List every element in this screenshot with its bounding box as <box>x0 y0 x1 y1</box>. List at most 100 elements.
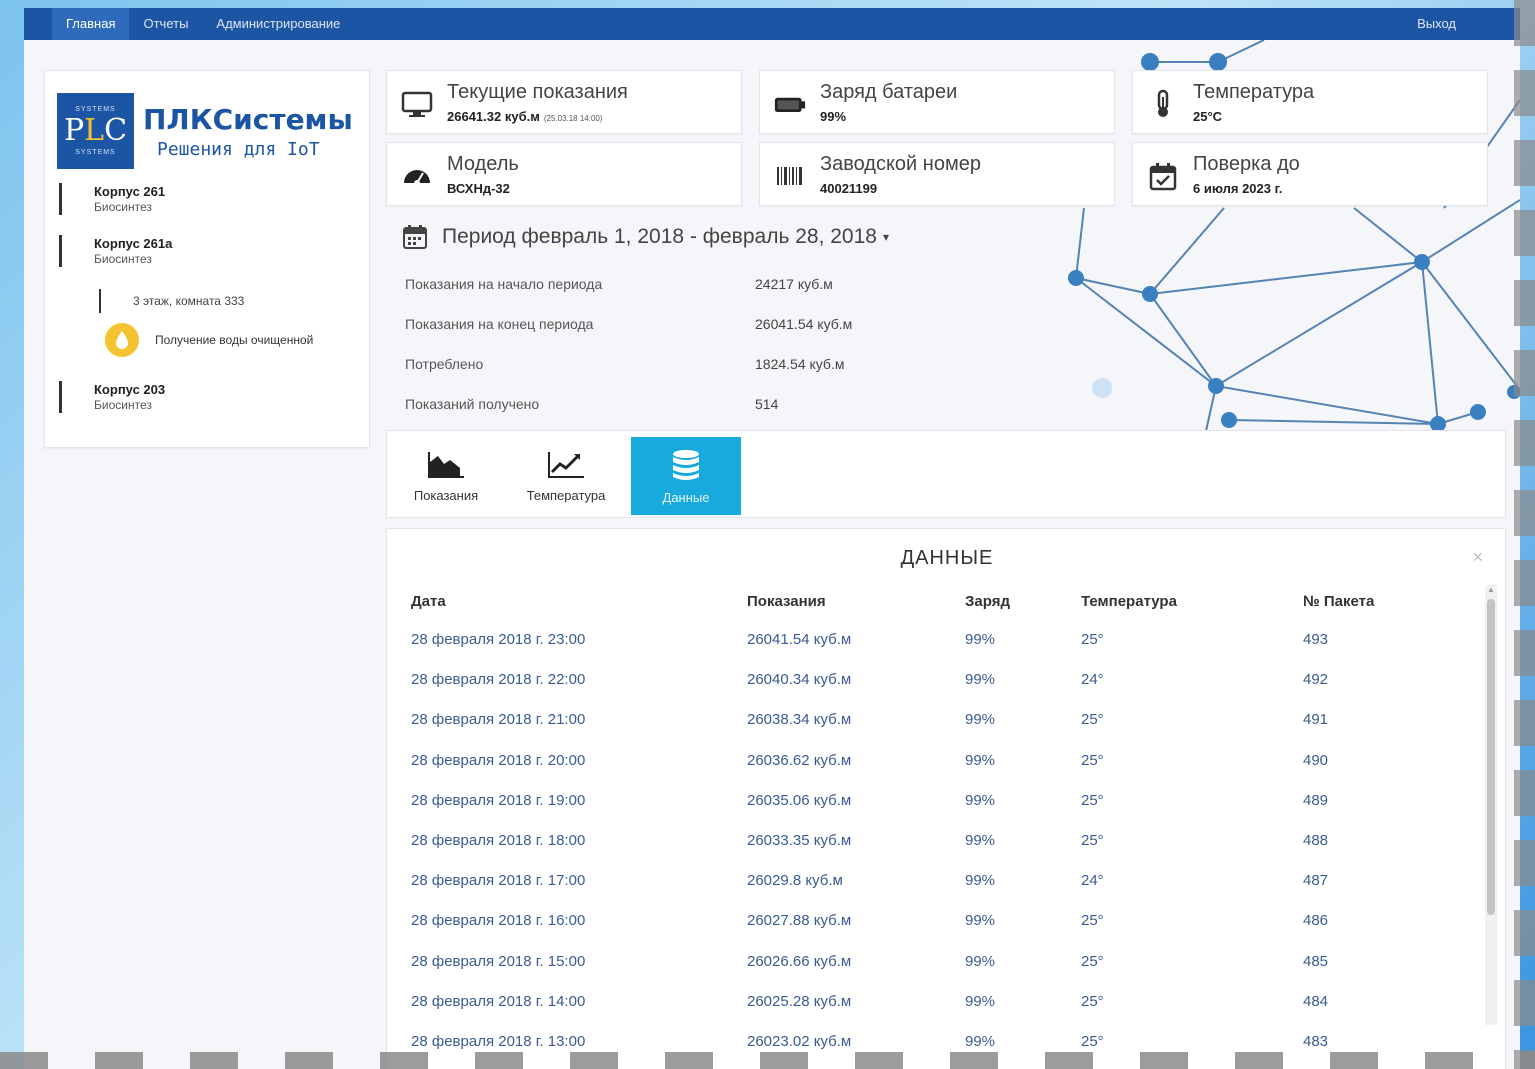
period-stats: Показания на начало периода 24217 куб.м … <box>405 270 925 430</box>
card-title: Температура <box>1193 81 1315 103</box>
card-value: 6 июля 2023 г. <box>1193 181 1283 196</box>
stat-value: 1824.54 куб.м <box>755 356 845 372</box>
cell-date: 28 февраля 2018 г. 22:00 <box>411 671 586 689</box>
table-row[interactable]: 28 февраля 2018 г. 14:00 26025.28 куб.м 99… <box>411 993 1471 1033</box>
tree-item-building-203[interactable]: Корпус 203 Биосинтез <box>59 381 165 413</box>
nav-reports[interactable]: Отчеты <box>129 8 202 40</box>
cell-reading: 26023.02 куб.м <box>747 1032 852 1050</box>
cell-reading: 26026.66 куб.м <box>747 952 852 970</box>
table-row[interactable]: 28 февраля 2018 г. 16:00 26027.88 куб.м 99… <box>411 912 1471 952</box>
period-selector[interactable]: Период февраль 1, 2018 - февраль 28, 201… <box>402 224 889 250</box>
table-scrollbar[interactable]: ▲ <box>1485 585 1497 1025</box>
column-header[interactable]: № Пакета <box>1303 593 1374 610</box>
chevron-down-icon: ▾ <box>882 230 889 244</box>
cell-reading: 26036.62 куб.м <box>747 751 852 769</box>
logo-top-text: SYSTEMS <box>75 106 116 113</box>
cell-temperature: 25° <box>1081 751 1104 769</box>
cell-temperature: 25° <box>1081 1032 1104 1050</box>
table-row[interactable]: 28 февраля 2018 г. 23:00 26041.54 куб.м 99… <box>411 631 1471 671</box>
cell-date: 28 февраля 2018 г. 19:00 <box>411 791 586 809</box>
tree-item-building-261a[interactable]: Корпус 261а Биосинтез <box>59 235 172 267</box>
brand-subtitle: Решения для IoT <box>157 139 320 160</box>
column-header[interactable]: Дата <box>411 593 446 610</box>
cell-packet: 490 <box>1303 751 1329 769</box>
current-value: 26641.32 куб.м <box>447 109 540 124</box>
cell-charge: 99% <box>965 831 996 849</box>
cell-charge: 99% <box>965 912 996 930</box>
table-row[interactable]: 28 февраля 2018 г. 22:00 26040.34 куб.м 99… <box>411 671 1471 711</box>
table-row[interactable]: 28 февраля 2018 г. 19:00 26035.06 куб.м 99… <box>411 792 1471 832</box>
card-calibration: Поверка до 6 июля 2023 г. <box>1132 142 1488 206</box>
cell-charge: 99% <box>965 631 996 648</box>
water-drop-icon <box>105 323 139 357</box>
column-header[interactable]: Заряд <box>965 593 1010 610</box>
column-header[interactable]: Температура <box>1081 593 1177 610</box>
stat-row: Потреблено 1824.54 куб.м <box>405 350 925 390</box>
gauge-icon <box>404 170 430 186</box>
cell-date: 28 февраля 2018 г. 14:00 <box>411 992 586 1010</box>
scroll-up-icon[interactable]: ▲ <box>1487 585 1495 594</box>
card-value: 26641.32 куб.м (25.03.18 14:00) <box>447 109 603 124</box>
tab-readings[interactable]: Показания <box>391 437 501 515</box>
card-model: Модель ВСХНд-32 <box>386 142 742 206</box>
sidebar-card: SYSTEMS PLC SYSTEMS ПЛКСистемы Решения д… <box>44 70 370 448</box>
tab-label: Температура <box>526 487 606 503</box>
card-serial-number: Заводской номер 40021199 <box>759 142 1115 206</box>
cell-packet: 486 <box>1303 912 1329 930</box>
monitor-icon <box>401 91 433 117</box>
nav-admin[interactable]: Администрирование <box>202 8 354 40</box>
cell-date: 28 февраля 2018 г. 13:00 <box>411 1032 586 1050</box>
line-chart-icon <box>548 451 584 478</box>
tree-item-subtitle: Биосинтез <box>94 200 152 214</box>
battery-icon <box>774 97 806 112</box>
cell-date: 28 февраля 2018 г. 17:00 <box>411 872 586 890</box>
card-temperature: Температура 25°C <box>1132 70 1488 134</box>
cell-packet: 489 <box>1303 791 1329 809</box>
tree-item-title: Корпус 261а <box>94 236 173 251</box>
thermometer-icon <box>1157 89 1169 117</box>
cell-date: 28 февраля 2018 г. 23:00 <box>411 631 586 648</box>
tree-item-floor-room[interactable]: 3 этаж, комната 333 <box>99 289 244 313</box>
card-title: Поверка до <box>1193 153 1300 175</box>
data-panel-title: ДАННЫЕ <box>900 547 994 569</box>
cell-packet: 484 <box>1303 992 1329 1010</box>
table-row[interactable]: 28 февраля 2018 г. 21:00 26038.34 куб.м 99… <box>411 711 1471 751</box>
cell-reading: 26029.8 куб.м <box>747 872 843 890</box>
close-icon[interactable]: × <box>1472 547 1483 568</box>
logo-bottom-text: SYSTEMS <box>75 149 116 156</box>
period-label: Период февраль 1, 2018 - февраль 28, 201… <box>442 225 877 248</box>
column-header[interactable]: Показания <box>747 593 826 610</box>
cell-temperature: 24° <box>1081 671 1104 689</box>
table-row[interactable]: 28 февраля 2018 г. 15:00 26026.66 куб.м 99… <box>411 953 1471 993</box>
device-label: Получение воды очищенной <box>155 333 314 347</box>
logout-link[interactable]: Выход <box>1403 8 1470 40</box>
card-value: 40021199 <box>820 181 878 196</box>
tab-label: Показания <box>413 487 479 503</box>
nav-home[interactable]: Главная <box>52 8 130 40</box>
cell-charge: 99% <box>965 992 996 1010</box>
cell-packet: 485 <box>1303 952 1329 970</box>
tab-temperature[interactable]: Температура <box>511 437 621 515</box>
tab-data[interactable]: Данные <box>631 437 741 515</box>
cell-date: 28 февраля 2018 г. 16:00 <box>411 912 586 930</box>
table-row[interactable]: 28 февраля 2018 г. 17:00 26029.8 куб.м 99%… <box>411 872 1471 912</box>
area-chart-icon <box>428 451 464 478</box>
scrollbar-thumb[interactable] <box>1487 599 1495 915</box>
company-logo: SYSTEMS PLC SYSTEMS <box>57 93 134 169</box>
tree-item-device[interactable]: Получение воды очищенной <box>105 323 313 357</box>
cell-date: 28 февраля 2018 г. 21:00 <box>411 711 586 729</box>
cell-date: 28 февраля 2018 г. 15:00 <box>411 952 586 970</box>
tree-item-subtitle: Биосинтез <box>94 252 152 266</box>
stat-row: Показания на конец периода 26041.54 куб.… <box>405 310 925 350</box>
top-navbar: Главная Отчеты Администрирование Выход <box>24 8 1520 40</box>
stat-label: Показания на конец периода <box>405 316 594 332</box>
tree-item-building-261[interactable]: Корпус 261 Биосинтез <box>59 183 165 215</box>
table-row[interactable]: 28 февраля 2018 г. 18:00 26033.35 куб.м 99… <box>411 832 1471 872</box>
card-title: Текущие показания <box>447 81 628 103</box>
cell-charge: 99% <box>965 671 996 689</box>
cell-temperature: 25° <box>1081 631 1104 648</box>
cell-temperature: 24° <box>1081 872 1104 890</box>
cell-charge: 99% <box>965 872 996 890</box>
cell-packet: 488 <box>1303 831 1329 849</box>
table-row[interactable]: 28 февраля 2018 г. 20:00 26036.62 куб.м 99… <box>411 752 1471 792</box>
